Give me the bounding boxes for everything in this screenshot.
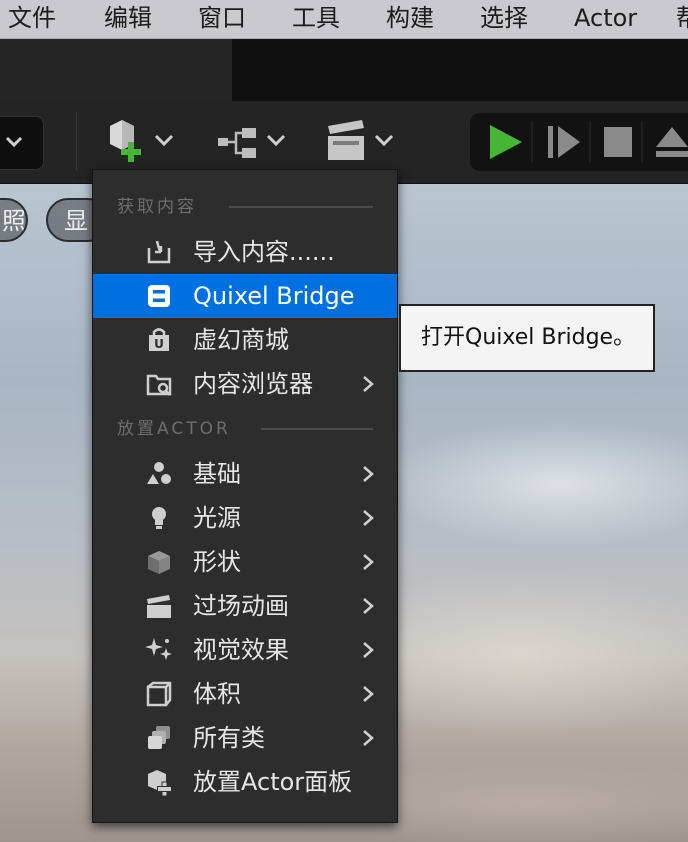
quixel-bridge-icon [148, 285, 170, 307]
clapperboard-icon [147, 595, 171, 618]
menu-item-content-browser[interactable]: 内容浏览器 [93, 362, 397, 406]
menu-item-quixel-bridge[interactable]: Quixel Bridge [93, 274, 397, 318]
toolbar-separator [76, 112, 77, 170]
viewport-lit-label: 照 [2, 207, 26, 235]
chevron-right-icon [363, 510, 374, 526]
chevron-down-icon [5, 136, 23, 148]
level-tab[interactable] [0, 39, 232, 101]
create-actor-button[interactable] [100, 116, 182, 168]
play-icon [490, 125, 522, 159]
section-divider [261, 428, 373, 430]
menu-item-place-actor-panel[interactable]: 放置Actor面板 [93, 760, 397, 804]
blueprint-icon [218, 128, 256, 158]
chevron-right-icon [363, 642, 374, 658]
menu-file[interactable]: 文件 [8, 0, 56, 38]
menu-item-shapes[interactable]: 形状 [93, 540, 397, 584]
menu-item-marketplace[interactable]: U 虚幻商城 [93, 318, 397, 362]
menu-item-visual-effects[interactable]: 视觉效果 [93, 628, 397, 672]
stop-icon [604, 127, 632, 157]
menu-item-cinematics[interactable]: 过场动画 [93, 584, 397, 628]
section-divider [229, 206, 373, 208]
place-actor-panel-icon [148, 770, 172, 796]
menu-item-all-classes[interactable]: 所有类 [93, 716, 397, 760]
menu-select[interactable]: 选择 [480, 0, 528, 38]
svg-text:U: U [154, 337, 164, 351]
menu-item-volumes[interactable]: 体积 [93, 672, 397, 716]
chevron-right-icon [363, 730, 374, 746]
menu-item-label: 放置Actor面板 [193, 768, 353, 796]
menu-item-label: 导入内容...... [193, 238, 335, 266]
menu-item-basic[interactable]: 基础 [93, 452, 397, 496]
menu-item-lights[interactable]: 光源 [93, 496, 397, 540]
blueprint-button[interactable] [212, 116, 294, 168]
menu-bar: 文件 编辑 窗口 工具 构建 选择 Actor 帮 [0, 0, 688, 39]
content-browser-icon [146, 374, 172, 396]
menu-window[interactable]: 窗口 [198, 0, 246, 38]
chevron-down-icon [374, 134, 394, 147]
lightbulb-icon [152, 507, 166, 529]
sparkles-icon [145, 638, 172, 660]
chevron-right-icon [363, 598, 374, 614]
chevron-right-icon [363, 686, 374, 702]
marketplace-bag-icon: U [149, 328, 169, 351]
chevron-down-icon [154, 134, 174, 147]
menu-actor[interactable]: Actor [574, 0, 637, 38]
section-header-place-actor: 放置ACTOR [117, 419, 231, 439]
menu-item-label: 体积 [193, 680, 241, 708]
menu-item-label: 内容浏览器 [193, 370, 313, 398]
viewport-show-label: 显 [64, 207, 88, 235]
menu-build[interactable]: 构建 [386, 0, 434, 38]
cinematics-button[interactable] [324, 116, 406, 168]
create-actor-icon [110, 120, 141, 162]
chevron-right-icon [363, 466, 374, 482]
basic-shapes-icon [147, 462, 171, 484]
tab-strip [0, 39, 688, 101]
menu-item-label: 形状 [193, 548, 241, 576]
play-controls [470, 113, 688, 171]
menu-item-label: 所有类 [193, 724, 265, 752]
menu-edit[interactable]: 编辑 [104, 0, 152, 38]
menu-item-label: 视觉效果 [193, 636, 289, 664]
step-forward-icon [548, 126, 580, 158]
all-classes-icon [148, 726, 170, 749]
menu-item-label: 过场动画 [193, 592, 289, 620]
mode-dropdown[interactable] [0, 116, 44, 170]
cube-icon [148, 551, 170, 574]
menu-item-import-content[interactable]: 导入内容...... [93, 230, 397, 274]
chevron-down-icon [266, 134, 286, 147]
menu-item-label: Quixel Bridge [193, 282, 355, 310]
menu-item-label: 光源 [193, 504, 241, 532]
chevron-right-icon [363, 376, 374, 392]
eject-icon [656, 127, 688, 157]
clapperboard-icon [328, 120, 364, 160]
menu-item-label: 虚幻商城 [193, 326, 289, 354]
menu-help[interactable]: 帮 [676, 0, 688, 38]
chevron-right-icon [363, 554, 374, 570]
menu-item-label: 基础 [193, 460, 241, 488]
menu-tools[interactable]: 工具 [292, 0, 340, 38]
section-header-get-content: 获取内容 [117, 197, 197, 217]
quixel-bridge-tooltip: 打开Quixel Bridge。 [399, 304, 655, 372]
volume-icon [146, 681, 172, 707]
create-actor-menu: 获取内容 导入内容...... Quixel Bridge U 虚幻商城 内容浏… [92, 169, 398, 823]
import-icon [147, 240, 171, 264]
